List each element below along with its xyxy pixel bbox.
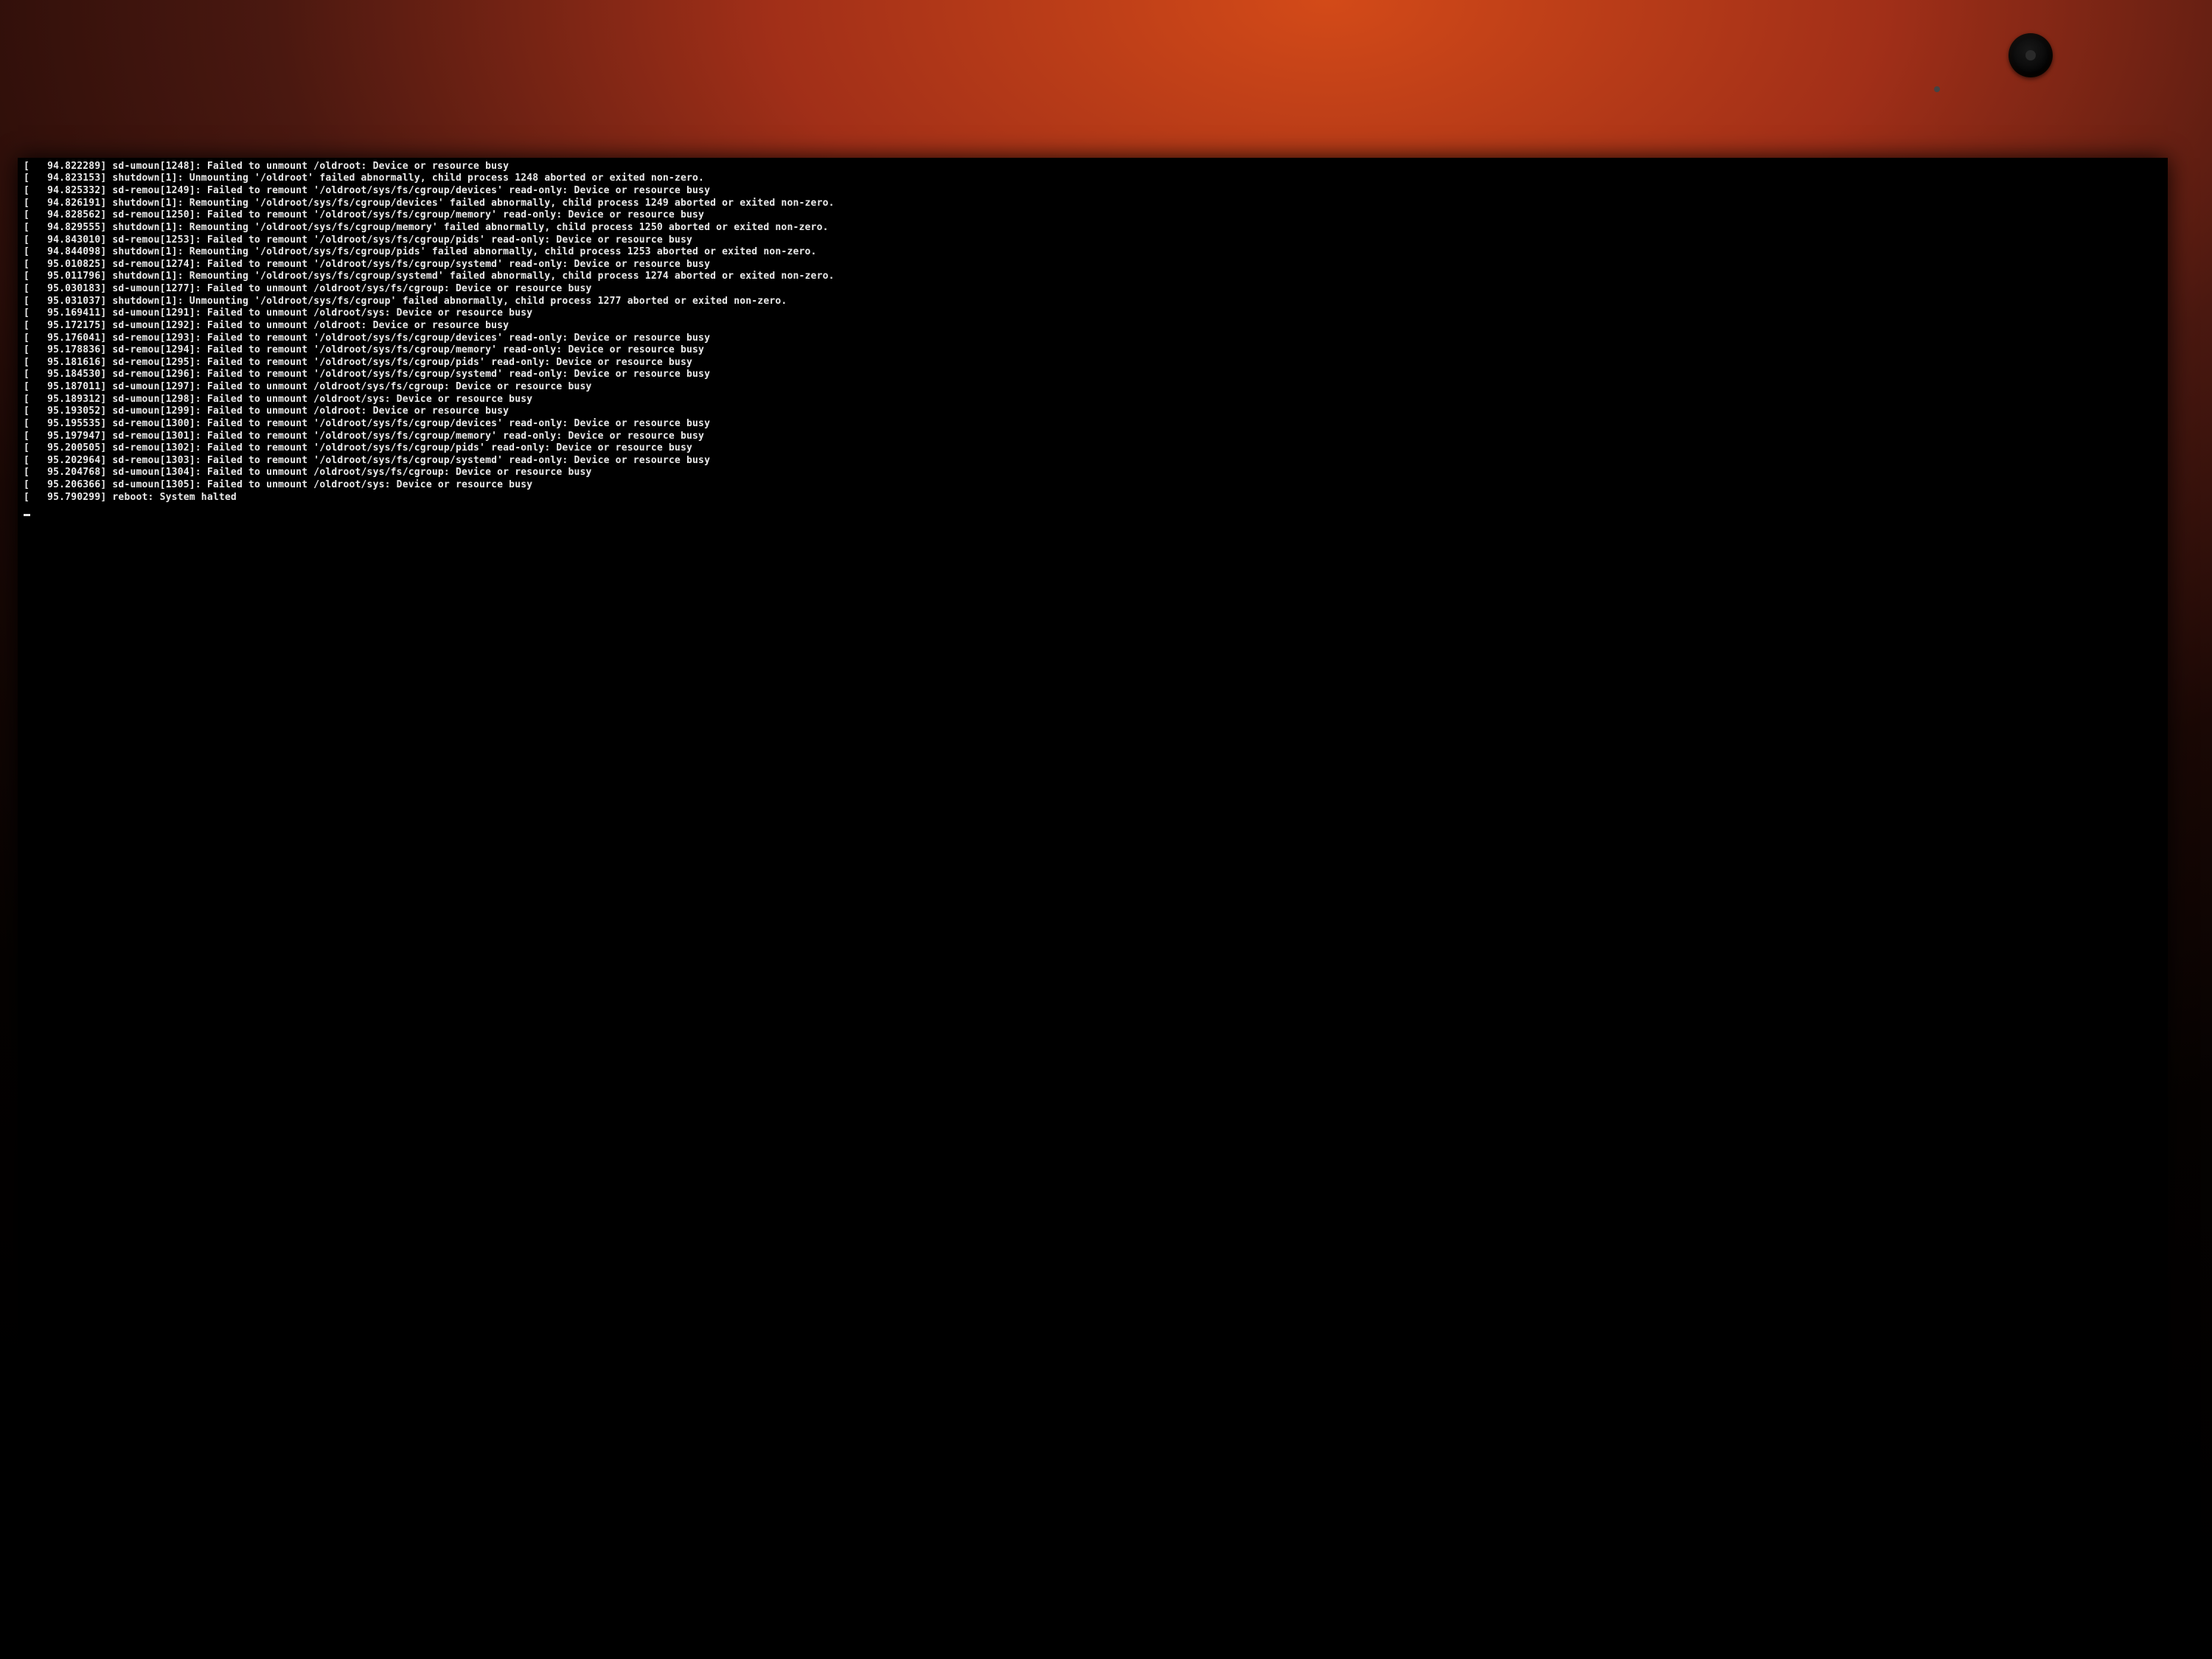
console-line: [ 95.187011] sd-umoun[1297]: Failed to u… — [24, 381, 2162, 394]
console-line: [ 95.202964] sd-remou[1303]: Failed to r… — [24, 455, 2162, 467]
console-line: [ 95.206366] sd-umoun[1305]: Failed to u… — [24, 479, 2162, 492]
console-line: [ 94.822289] sd-umoun[1248]: Failed to u… — [24, 161, 2162, 173]
console-line: [ 94.844098] shutdown[1]: Remounting '/o… — [24, 246, 2162, 259]
console-line: [ 95.204768] sd-umoun[1304]: Failed to u… — [24, 467, 2162, 479]
console-line: [ 95.176041] sd-remou[1293]: Failed to r… — [24, 333, 2162, 345]
console-line: [ 94.823153] shutdown[1]: Unmounting '/o… — [24, 173, 2162, 185]
console-line: [ 95.197947] sd-remou[1301]: Failed to r… — [24, 431, 2162, 443]
console-line: [ 95.184530] sd-remou[1296]: Failed to r… — [24, 369, 2162, 381]
console-line: [ 95.181616] sd-remou[1295]: Failed to r… — [24, 357, 2162, 369]
webcam-led — [1934, 86, 1940, 92]
console-line: [ 95.178836] sd-remou[1294]: Failed to r… — [24, 344, 2162, 357]
console-line: [ 94.829555] shutdown[1]: Remounting '/o… — [24, 222, 2162, 234]
terminal-screen: [ 94.822289] sd-umoun[1248]: Failed to u… — [18, 158, 2168, 1626]
console-line: [ 95.172175] sd-umoun[1292]: Failed to u… — [24, 320, 2162, 333]
console-line: [ 95.169411] sd-umoun[1291]: Failed to u… — [24, 307, 2162, 320]
webcam-lens — [2008, 33, 2053, 77]
console-line: [ 94.826191] shutdown[1]: Remounting '/o… — [24, 198, 2162, 210]
console-line: [ 95.200505] sd-remou[1302]: Failed to r… — [24, 442, 2162, 455]
cursor-line — [24, 504, 2162, 516]
console-line: [ 95.195535] sd-remou[1300]: Failed to r… — [24, 418, 2162, 431]
console-line: [ 95.790299] reboot: System halted — [24, 492, 2162, 504]
console-line: [ 95.031037] shutdown[1]: Unmounting '/o… — [24, 296, 2162, 308]
console-line: [ 95.011796] shutdown[1]: Remounting '/o… — [24, 271, 2162, 283]
console-line: [ 94.828562] sd-remou[1250]: Failed to r… — [24, 209, 2162, 222]
cursor — [24, 514, 30, 516]
console-line: [ 95.010825] sd-remou[1274]: Failed to r… — [24, 259, 2162, 271]
console-line: [ 95.030183] sd-umoun[1277]: Failed to u… — [24, 283, 2162, 296]
console-line: [ 95.189312] sd-umoun[1298]: Failed to u… — [24, 394, 2162, 406]
kernel-console-output: [ 94.822289] sd-umoun[1248]: Failed to u… — [24, 161, 2162, 516]
console-line: [ 95.193052] sd-umoun[1299]: Failed to u… — [24, 406, 2162, 418]
console-line: [ 94.843010] sd-remou[1253]: Failed to r… — [24, 234, 2162, 247]
console-line: [ 94.825332] sd-remou[1249]: Failed to r… — [24, 185, 2162, 198]
